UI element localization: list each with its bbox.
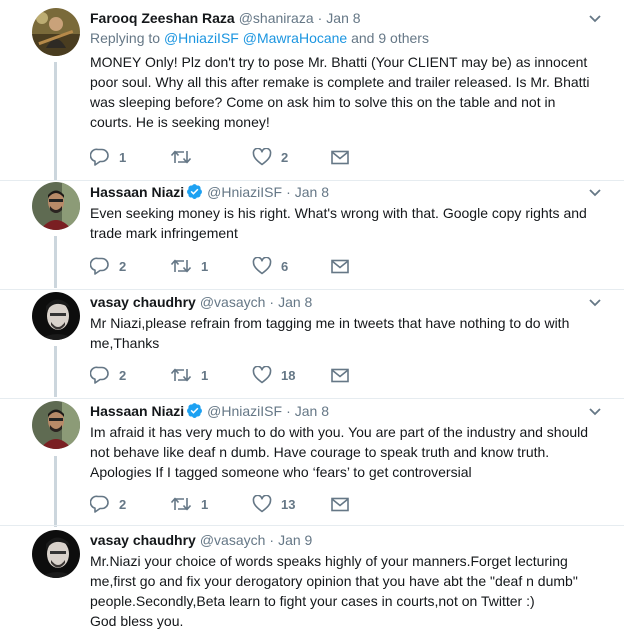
- tweet[interactable]: Farooq Zeeshan Raza @shaniraza · Jan 8 Repl…: [0, 8, 624, 178]
- author-name[interactable]: Hassaan Niazi: [90, 184, 184, 200]
- avatar[interactable]: [32, 182, 80, 230]
- retweet-count: 1: [201, 496, 209, 512]
- tweet-text: Even seeking money is his right. What's …: [90, 205, 587, 241]
- reply-icon: [90, 366, 109, 384]
- envelope-icon: [331, 368, 349, 382]
- avatar[interactable]: [32, 401, 80, 449]
- verified-badge-icon: [187, 403, 203, 418]
- tweet-header: vasay chaudhry @vasaych · Jan 9: [90, 530, 312, 550]
- tweet[interactable]: vasay chaudhry @vasaych · Jan 9 Mr.Niazi yo…: [0, 530, 624, 630]
- retweet-count: 1: [201, 367, 209, 383]
- avatar[interactable]: [32, 292, 80, 340]
- dot-separator: ·: [317, 10, 323, 26]
- tweet[interactable]: vasay chaudhry @vasaych · Jan 8 Mr Niazi,pl…: [0, 292, 624, 392]
- tweet-header: Hassaan Niazi @HniaziISF · Jan 8: [90, 182, 329, 202]
- reply-icon: [90, 148, 109, 166]
- replying-to-label: Replying to: [90, 30, 161, 46]
- divider: [0, 289, 624, 290]
- reply-count: 2: [119, 367, 127, 383]
- reply-button[interactable]: 2: [90, 494, 126, 514]
- avatar[interactable]: [32, 8, 80, 56]
- divider: [0, 180, 624, 181]
- like-count: 2: [281, 149, 289, 165]
- timestamp[interactable]: Jan 8: [295, 184, 329, 200]
- author-handle[interactable]: @vasaych: [200, 294, 266, 310]
- replying-to-others[interactable]: and 9 others: [351, 30, 429, 46]
- retweet-icon: [170, 368, 192, 382]
- replying-to: Replying to @HniaziISF @MawraHocane and …: [90, 30, 429, 46]
- dot-separator: ·: [269, 294, 275, 310]
- retweet-icon: [170, 150, 192, 164]
- like-count: 18: [281, 367, 296, 383]
- heart-icon: [252, 366, 272, 384]
- heart-icon: [252, 148, 272, 166]
- reply-button[interactable]: 2: [90, 365, 126, 385]
- like-button[interactable]: 13: [252, 494, 295, 514]
- reply-count: 2: [119, 496, 127, 512]
- timestamp[interactable]: Jan 9: [278, 532, 312, 548]
- envelope-icon: [331, 259, 349, 273]
- message-button[interactable]: [331, 256, 349, 276]
- tweet-header: Hassaan Niazi @HniaziISF · Jan 8: [90, 401, 329, 421]
- message-button[interactable]: [331, 147, 349, 167]
- timestamp[interactable]: Jan 8: [295, 403, 329, 419]
- tweet[interactable]: Hassaan Niazi @HniaziISF · Jan 8 Even seeki…: [0, 182, 624, 282]
- message-button[interactable]: [331, 365, 349, 385]
- author-handle[interactable]: @HniaziISF: [207, 184, 282, 200]
- dot-separator: ·: [286, 184, 291, 200]
- chevron-down-icon[interactable]: [588, 188, 602, 198]
- retweet-button[interactable]: 1: [170, 365, 208, 385]
- dot-separator: ·: [286, 403, 291, 419]
- reply-button[interactable]: 1: [90, 147, 126, 167]
- message-button[interactable]: [331, 494, 349, 514]
- reply-count: 2: [119, 258, 127, 274]
- author-handle[interactable]: @vasaych: [200, 532, 266, 548]
- retweet-icon: [170, 259, 192, 273]
- envelope-icon: [331, 497, 349, 511]
- retweet-button[interactable]: [170, 147, 201, 167]
- retweet-button[interactable]: 1: [170, 494, 208, 514]
- heart-icon: [252, 257, 272, 275]
- like-button[interactable]: 18: [252, 365, 295, 385]
- verified-badge-icon: [187, 184, 203, 199]
- tweet-header: Farooq Zeeshan Raza @shaniraza · Jan 8: [90, 8, 361, 28]
- tweet-text: Im afraid it has very much to do with yo…: [90, 424, 589, 480]
- timestamp[interactable]: Jan 8: [326, 10, 360, 26]
- author-name[interactable]: vasay chaudhry: [90, 532, 196, 548]
- author-name[interactable]: Farooq Zeeshan Raza: [90, 10, 235, 26]
- reply-icon: [90, 257, 109, 275]
- tweet-text: MONEY Only! Plz don't try to pose Mr. Bh…: [90, 54, 590, 130]
- envelope-icon: [331, 150, 349, 164]
- like-button[interactable]: 2: [252, 147, 288, 167]
- timestamp[interactable]: Jan 8: [278, 294, 312, 310]
- author-name[interactable]: Hassaan Niazi: [90, 403, 184, 419]
- tweet-header: vasay chaudhry @vasaych · Jan 8: [90, 292, 312, 312]
- heart-icon: [252, 495, 272, 513]
- retweet-count: 1: [201, 258, 209, 274]
- retweet-icon: [170, 497, 192, 511]
- author-name[interactable]: vasay chaudhry: [90, 294, 196, 310]
- chevron-down-icon[interactable]: [588, 298, 602, 308]
- reply-count: 1: [119, 149, 127, 165]
- retweet-button[interactable]: 1: [170, 256, 208, 276]
- mention-link[interactable]: @MawraHocane: [243, 30, 347, 46]
- chevron-down-icon[interactable]: [588, 407, 602, 417]
- like-button[interactable]: 6: [252, 256, 288, 276]
- tweet-text: Mr Niazi,please refrain from tagging me …: [90, 315, 570, 351]
- reply-icon: [90, 495, 109, 513]
- reply-button[interactable]: 2: [90, 256, 126, 276]
- tweet[interactable]: Hassaan Niazi @HniaziISF · Jan 8 Im afraid …: [0, 401, 624, 521]
- author-handle[interactable]: @HniaziISF: [207, 403, 282, 419]
- dot-separator: ·: [269, 532, 275, 548]
- like-count: 13: [281, 496, 296, 512]
- author-handle[interactable]: @shaniraza: [239, 10, 314, 26]
- divider: [0, 398, 624, 399]
- chevron-down-icon[interactable]: [588, 14, 602, 24]
- tweet-text: Mr.Niazi your choice of words speaks hig…: [90, 553, 578, 629]
- mention-link[interactable]: @HniaziISF: [164, 30, 239, 46]
- like-count: 6: [281, 258, 289, 274]
- avatar[interactable]: [32, 530, 80, 578]
- divider: [0, 525, 624, 526]
